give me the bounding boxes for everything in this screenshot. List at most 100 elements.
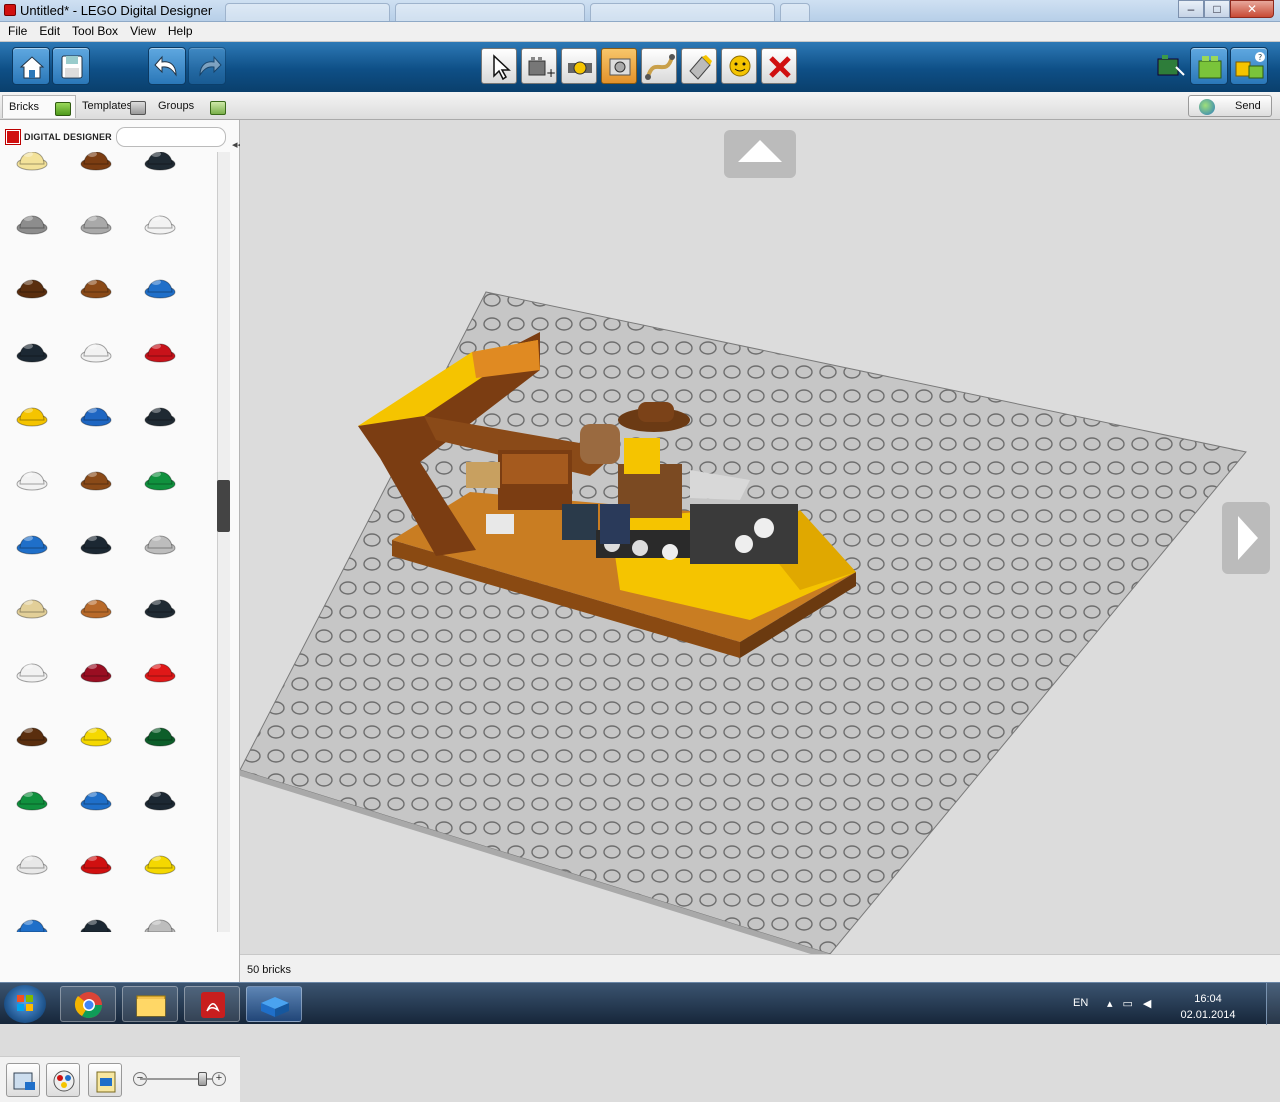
select-tool-button[interactable] xyxy=(481,48,517,84)
tab-bricks[interactable]: Bricks xyxy=(2,95,76,118)
brick-palette-item[interactable] xyxy=(78,652,114,686)
redo-button[interactable] xyxy=(188,47,226,85)
brick-palette-item[interactable] xyxy=(14,780,50,814)
scene-canvas xyxy=(240,291,1247,954)
send-button[interactable]: Send xyxy=(1188,95,1272,117)
brick-palette-item[interactable] xyxy=(78,588,114,622)
collection-button[interactable] xyxy=(88,1063,122,1097)
delete-tool-button[interactable] xyxy=(761,48,797,84)
brick-palette-item[interactable] xyxy=(142,268,178,302)
redo-icon xyxy=(199,55,222,77)
brick-palette-item[interactable] xyxy=(78,396,114,430)
menu-toolbox[interactable]: Tool Box xyxy=(66,22,124,41)
undo-button[interactable] xyxy=(148,47,186,85)
brick-palette-item[interactable] xyxy=(78,268,114,302)
paint-tool-button[interactable] xyxy=(681,48,717,84)
close-button[interactable]: ✕ xyxy=(1230,0,1274,18)
brick-palette-item[interactable] xyxy=(142,204,178,238)
brick-palette-item[interactable] xyxy=(14,716,50,750)
show-desktop-button[interactable] xyxy=(1266,983,1280,1025)
template-icon xyxy=(130,101,146,115)
start-button[interactable] xyxy=(4,985,46,1023)
menu-edit[interactable]: Edit xyxy=(33,22,66,41)
brick-palette-item[interactable] xyxy=(142,908,178,932)
palette-scroll-thumb[interactable] xyxy=(217,480,230,532)
home-button[interactable] xyxy=(12,47,50,85)
arrow-up-icon xyxy=(738,140,782,162)
taskbar-explorer[interactable] xyxy=(122,986,178,1022)
brick-palette-item[interactable] xyxy=(142,396,178,430)
brick-palette-item[interactable] xyxy=(14,204,50,238)
minimize-button[interactable]: – xyxy=(1178,0,1204,18)
brick-palette-item[interactable] xyxy=(14,396,50,430)
taskbar-chrome[interactable] xyxy=(60,986,116,1022)
clock[interactable]: 16:04 02.01.2014 xyxy=(1173,991,1243,1023)
headgear-brick-icon xyxy=(80,791,112,811)
brick-palette-item[interactable] xyxy=(142,524,178,558)
brand-text: DIGITAL DESIGNER xyxy=(24,132,112,142)
headgear-brick-icon xyxy=(80,727,112,747)
headgear-brick-icon xyxy=(144,663,176,683)
hide-tool-button[interactable] xyxy=(721,48,757,84)
brick-palette-item[interactable] xyxy=(14,460,50,494)
brick-palette-item[interactable] xyxy=(142,844,178,878)
brick-palette-item[interactable] xyxy=(142,716,178,750)
sort-by-shape-button[interactable] xyxy=(6,1063,40,1097)
brick-palette-item[interactable] xyxy=(142,780,178,814)
brick-palette-item[interactable] xyxy=(78,460,114,494)
brick-palette-item[interactable] xyxy=(142,588,178,622)
chrome-icon xyxy=(74,992,103,1019)
tab-groups[interactable]: Groups xyxy=(152,95,230,118)
menu-view[interactable]: View xyxy=(124,22,162,41)
building-guide-button[interactable]: ? xyxy=(1230,47,1268,85)
brick-palette-item[interactable] xyxy=(14,652,50,686)
build-viewport[interactable] xyxy=(240,120,1280,954)
palette-scrollbar[interactable] xyxy=(217,152,230,932)
brick-palette-item[interactable] xyxy=(142,652,178,686)
brick-palette-item[interactable] xyxy=(78,908,114,932)
menu-help[interactable]: Help xyxy=(162,22,199,41)
clock-date: 02.01.2014 xyxy=(1180,1009,1236,1021)
hinge-tool-button[interactable] xyxy=(561,48,597,84)
zoom-slider-handle[interactable] xyxy=(198,1072,207,1086)
menu-file[interactable]: File xyxy=(2,22,33,41)
language-indicator[interactable]: EN xyxy=(1073,997,1088,1009)
zoom-in-button[interactable]: + xyxy=(212,1072,226,1086)
sort-by-color-button[interactable] xyxy=(46,1063,80,1097)
brick-palette-item[interactable] xyxy=(78,332,114,366)
brick-palette-item[interactable] xyxy=(78,524,114,558)
brick-palette-item[interactable] xyxy=(78,780,114,814)
brick-palette-item[interactable] xyxy=(14,268,50,302)
brick-palette-item[interactable] xyxy=(14,152,50,174)
maximize-button[interactable]: □ xyxy=(1204,0,1230,18)
brick-palette-item[interactable] xyxy=(142,332,178,366)
brick-palette-item[interactable] xyxy=(78,716,114,750)
build-mode-button[interactable] xyxy=(1152,47,1190,85)
tab-templates[interactable]: Templates xyxy=(76,95,152,118)
brick-palette-item[interactable] xyxy=(78,152,114,174)
clone-icon: + xyxy=(528,57,556,80)
background-window-tab xyxy=(780,3,810,21)
hinge-align-tool-button[interactable] xyxy=(601,48,637,84)
flex-tool-button[interactable] xyxy=(641,48,677,84)
clone-tool-button[interactable]: + xyxy=(521,48,557,84)
taskbar-acrobat[interactable] xyxy=(184,986,240,1022)
brick-palette-item[interactable] xyxy=(142,460,178,494)
brick-palette-item[interactable] xyxy=(14,588,50,622)
brick-palette-item[interactable] xyxy=(78,204,114,238)
brick-palette-item[interactable] xyxy=(14,844,50,878)
brick-palette-item[interactable] xyxy=(14,524,50,558)
brick-palette-grid xyxy=(0,152,216,932)
brick-palette-item[interactable] xyxy=(14,332,50,366)
camera-rotate-right-button[interactable] xyxy=(1222,502,1270,574)
save-button[interactable] xyxy=(52,47,90,85)
tray-icons[interactable]: ▴▭◀ xyxy=(1107,997,1161,1010)
brick-palette-item[interactable] xyxy=(14,908,50,932)
brick-palette-item[interactable] xyxy=(78,844,114,878)
camera-rotate-up-button[interactable] xyxy=(724,130,796,178)
brick-palette-item[interactable] xyxy=(142,152,178,174)
taskbar-lego-digital-designer[interactable] xyxy=(246,986,302,1022)
search-input[interactable] xyxy=(116,127,226,147)
headgear-brick-icon xyxy=(16,215,48,235)
view-mode-button[interactable] xyxy=(1190,47,1228,85)
